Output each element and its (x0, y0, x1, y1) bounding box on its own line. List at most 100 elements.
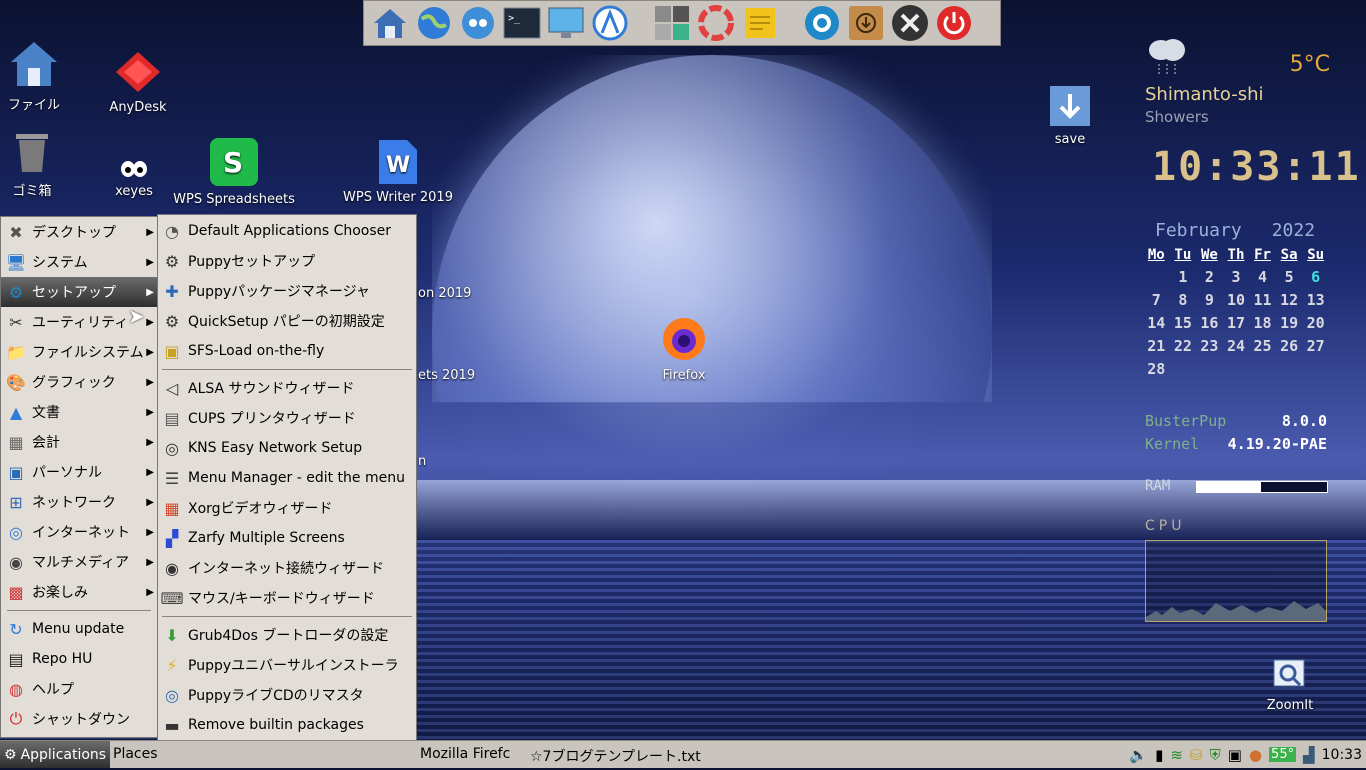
menu-item-label: ネットワーク (32, 495, 116, 511)
submenu-item[interactable]: ◔ Default Applications Chooser (158, 216, 416, 246)
chat-icon[interactable] (458, 3, 498, 43)
volume-icon[interactable]: 🔈 (1129, 746, 1148, 764)
menu-item-label: Repo HU (32, 651, 93, 667)
desktop-icon-trash[interactable]: ゴミ箱 (4, 130, 60, 199)
submenu-item[interactable]: ▣ SFS-Load on-the-fly (158, 336, 416, 366)
wps-spreadsheets-icon: S (170, 138, 298, 190)
submenu-item[interactable]: ⚙ Puppyセットアップ (158, 246, 416, 276)
submenu-item[interactable]: ⬇ Grub4Dos ブートローダの設定 (158, 620, 416, 650)
calendar-day: 3 (1231, 267, 1241, 286)
color-wheel-icon[interactable] (696, 3, 736, 43)
submenu-arrow-icon: ▶ (146, 316, 154, 328)
desktop-icon-wps-spreadsheets[interactable]: S WPS Spreadsheets (170, 138, 298, 207)
menu-item-label: ユーティリティ (32, 315, 129, 331)
submenu-item[interactable]: ✚ Puppyパッケージマネージャ (158, 276, 416, 306)
kernel-version: 4.19.20-PAE (1227, 435, 1327, 453)
menu-item-calculator[interactable]: ▦ 会計 ▶ (1, 427, 157, 457)
desktop-icon-firefox[interactable]: Firefox (654, 314, 714, 383)
desktop-icon-anydesk[interactable]: AnyDesk (104, 50, 172, 115)
color-ball-icon[interactable]: ● (1249, 746, 1262, 764)
taskbar-item-firefox[interactable]: Mozilla Firefc (420, 746, 510, 762)
desktop-x-icon: ✖ (9, 222, 23, 242)
calculator-icon[interactable] (652, 3, 692, 43)
menu-item-calendar[interactable]: ▣ パーソナル ▶ (1, 457, 157, 487)
notes-icon[interactable] (740, 3, 780, 43)
menu-separator (7, 610, 151, 611)
menu-item-internet-globe[interactable]: ◎ インターネット ▶ (1, 517, 157, 547)
submenu-item-label: Grub4Dos ブートローダの設定 (188, 628, 389, 644)
graphics-icon: 🎨 (6, 372, 26, 392)
menu-item-label: セットアップ (32, 285, 116, 301)
desktop-icon-save[interactable]: save (1045, 86, 1095, 147)
submenu-item[interactable]: ◎ KNS Easy Network Setup (158, 433, 416, 463)
calendar-grid: Mo Tu We Th Fr Sa Su 1 2 3 4 5 6 7 8 9 10 11 12 13 14 15 16 17… (1143, 245, 1329, 380)
drive-icon[interactable]: ⛁ (1190, 746, 1203, 764)
globe-icon[interactable] (414, 3, 454, 43)
submenu-item[interactable]: ▞ Zarfy Multiple Screens (158, 523, 416, 553)
calendar-day: 25 (1253, 336, 1272, 355)
firefox-icon (654, 314, 714, 366)
submenu-item[interactable]: ⚡ Puppyユニバーサルインストーラ (158, 650, 416, 680)
submenu-item[interactable]: ⚙ QuickSetup パピーの初期設定 (158, 306, 416, 336)
games-icon: ▩ (8, 582, 24, 602)
menu-item-label: 会計 (32, 435, 60, 451)
menu-item-document[interactable]: ▲ 文書 ▶ (1, 397, 157, 427)
cpu-load-icon: ▟ (1303, 745, 1315, 764)
settings-icon[interactable] (802, 3, 842, 43)
menu-item-system-monitor[interactable]: 🖥 システム ▶ (1, 247, 157, 277)
battery-icon[interactable]: ▮ (1155, 746, 1163, 764)
firewall-shield-icon[interactable]: ⛨ (1210, 746, 1221, 764)
calendar-day: 26 (1280, 336, 1299, 355)
taskbar-clock[interactable]: 10:33 (1322, 747, 1362, 763)
submenu-item[interactable]: ▤ CUPS プリンタウィザード (158, 403, 416, 433)
tools-icon[interactable] (890, 3, 930, 43)
menu-item-folder[interactable]: 📁 ファイルシステム ▶ (1, 337, 157, 367)
menu-item-label: ファイルシステム (32, 345, 144, 361)
monitor-icon[interactable] (546, 3, 586, 43)
menu-item-help-lifebuoy[interactable]: ◍ ヘルプ (1, 674, 157, 704)
calendar-day: 5 (1284, 267, 1294, 286)
taskbar-item-text-file[interactable]: ☆7ブログテンプレート.txt (530, 746, 701, 766)
menu-item-games[interactable]: ▩ お楽しみ ▶ (1, 577, 157, 607)
menu-item-label: デスクトップ (32, 225, 116, 241)
menu-item-refresh[interactable]: ↻ Menu update (1, 614, 157, 644)
desktop-icon-xeyes[interactable]: xeyes (108, 160, 160, 199)
menu-item-label: インターネット (32, 525, 130, 541)
network-icon: ⊞ (9, 492, 23, 512)
applications-menu: ✖ デスクトップ ▶ 🖥 システム ▶ ⚙ セットアップ ▶ ✂ ユーティリティ ▶ 📁 ファイルシステム… (0, 216, 158, 738)
submenu-item[interactable]: ◎ PuppyライブCDのリマスタ (158, 680, 416, 710)
menu-item-graphics[interactable]: 🎨 グラフィック ▶ (1, 367, 157, 397)
menu-item-repo[interactable]: ▤ Repo HU (1, 644, 157, 674)
wifi-icon[interactable]: ≋ (1170, 746, 1183, 764)
install-icon[interactable] (846, 3, 886, 43)
submenu-item[interactable]: ◉ インターネット接続ウィザード (158, 553, 416, 583)
terminal-icon[interactable]: >_ (502, 3, 542, 43)
submenu-item-icon: ⚡ (166, 655, 178, 675)
menu-item-setup-gear[interactable]: ⚙ セットアップ ▶ (1, 277, 157, 307)
power-icon[interactable] (934, 3, 974, 43)
submenu-item[interactable]: ▬ Remove builtin packages (158, 710, 416, 740)
menu-item-multimedia[interactable]: ◉ マルチメディア ▶ (1, 547, 157, 577)
calendar-day: 1 (1178, 267, 1188, 286)
submenu-arrow-icon: ▶ (146, 556, 154, 568)
submenu-item[interactable]: ☰ Menu Manager - edit the menu (158, 463, 416, 493)
submenu-arrow-icon: ▶ (146, 406, 154, 418)
submenu-item[interactable]: ▦ Xorgビデオウィザード (158, 493, 416, 523)
save-disk-icon[interactable]: ▣ (1228, 746, 1242, 764)
home-icon[interactable] (370, 3, 410, 43)
submenu-item-icon: ▤ (164, 408, 180, 428)
text-editor-icon[interactable] (590, 3, 630, 43)
menu-item-network[interactable]: ⊞ ネットワーク ▶ (1, 487, 157, 517)
desktop-icon-wps-writer[interactable]: W WPS Writer 2019 (340, 140, 456, 205)
submenu-item[interactable]: ⌨ マウス/キーボードウィザード (158, 583, 416, 613)
menu-item-power[interactable]: ⏻ シャットダウン (1, 704, 157, 734)
menu-item-label: Menu update (32, 621, 125, 637)
applications-button[interactable]: ⚙ Applications (0, 741, 110, 768)
submenu-arrow-icon: ▶ (146, 226, 154, 238)
desktop-icon-files[interactable]: ファイル (4, 40, 64, 113)
places-button[interactable]: Places (113, 746, 158, 762)
menu-item-desktop-x[interactable]: ✖ デスクトップ ▶ (1, 217, 157, 247)
submenu-item[interactable]: ◁ ALSA サウンドウィザード (158, 373, 416, 403)
desktop-icon-zoomit[interactable]: ZoomIt (1260, 658, 1320, 713)
submenu-arrow-icon: ▶ (146, 526, 154, 538)
